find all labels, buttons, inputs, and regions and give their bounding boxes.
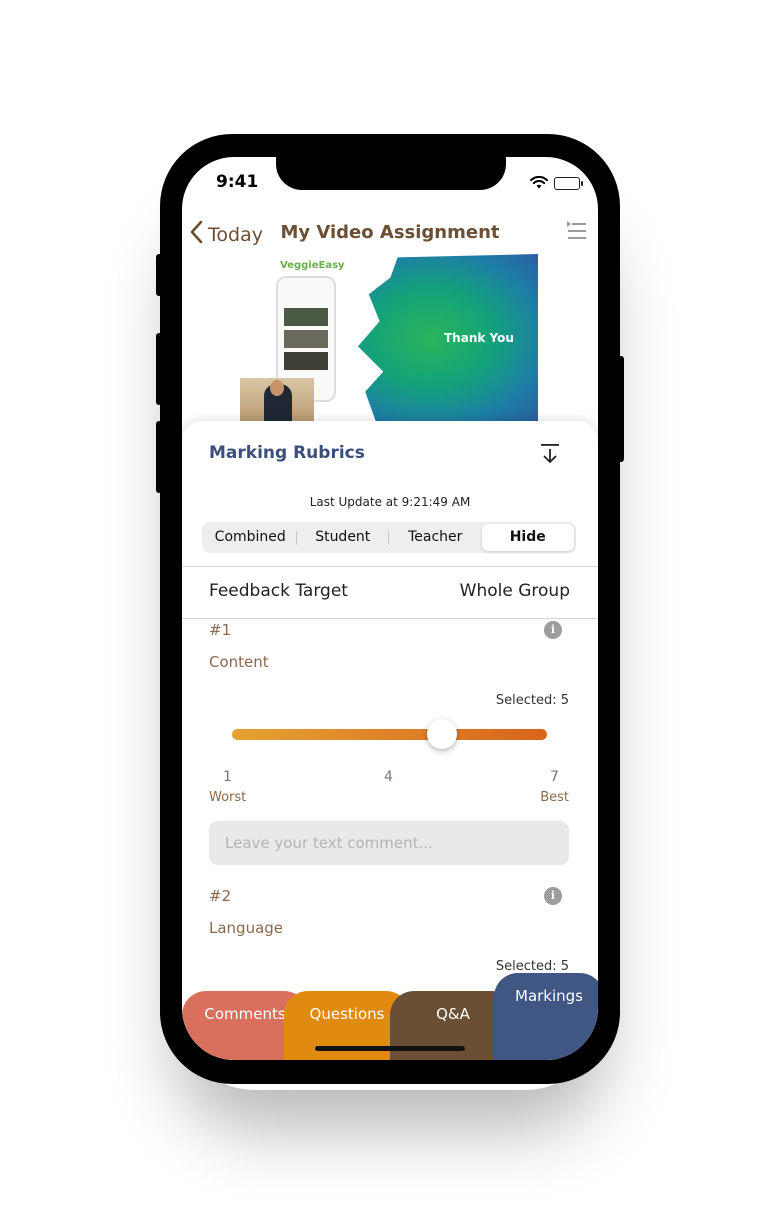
- selected-value-text: Selected: 5: [495, 959, 569, 974]
- segment-hide[interactable]: Hide: [481, 524, 574, 551]
- wifi-icon: [530, 174, 548, 193]
- comment-input[interactable]: [209, 821, 569, 865]
- best-label: Best: [540, 790, 569, 805]
- battery-icon: [554, 177, 583, 190]
- divider: [182, 566, 598, 567]
- tab-label: Comments: [204, 1005, 286, 1023]
- segment-teacher[interactable]: Teacher: [389, 524, 482, 551]
- feedback-target-label: Feedback Target: [209, 581, 348, 601]
- marking-rubrics-sheet: Marking Rubrics Last Update at 9:21:49 A…: [182, 421, 598, 1060]
- tab-markings[interactable]: Markings: [494, 973, 598, 1060]
- notch: [276, 157, 506, 190]
- tab-label: Questions: [309, 1005, 385, 1023]
- info-icon[interactable]: i: [544, 887, 562, 905]
- video-player[interactable]: VeggieEasy Thank You: [240, 254, 538, 422]
- selected-value-text: Selected: 5: [495, 693, 569, 708]
- feedback-target-value[interactable]: Whole Group: [460, 581, 570, 601]
- rubric-item-name: Content: [209, 653, 269, 671]
- tab-label: Markings: [515, 987, 583, 1005]
- slide-brand-text: VeggieEasy: [280, 260, 345, 271]
- last-update-text: Last Update at 9:21:49 AM: [309, 495, 471, 509]
- tab-label: Q&A: [436, 1005, 470, 1023]
- status-icons: [530, 174, 583, 193]
- sheet-title: Marking Rubrics: [209, 443, 365, 463]
- presenter-camera: [240, 378, 314, 422]
- rubric-item-number: #1: [209, 621, 232, 639]
- info-icon[interactable]: i: [544, 621, 562, 639]
- rubric-item-name: Language: [209, 919, 284, 937]
- score-slider-track[interactable]: [232, 729, 547, 740]
- page-title: My Video Assignment: [280, 222, 500, 243]
- slider-min-tick: 1: [223, 769, 232, 785]
- navigation-bar: Today My Video Assignment: [182, 212, 598, 256]
- phone-screen: 9:41 Today My Video Assignment VeggieEas…: [182, 157, 598, 1060]
- slider-max-tick: 7: [550, 769, 559, 785]
- status-time: 9:41: [216, 172, 259, 192]
- home-indicator: [315, 1046, 465, 1051]
- segment-combined[interactable]: Combined: [204, 524, 297, 551]
- view-segmented-control: Combined Student Teacher Hide: [202, 522, 576, 553]
- rubric-item-number: #2: [209, 887, 232, 905]
- worst-label: Worst: [209, 790, 247, 805]
- collapse-down-icon[interactable]: [540, 443, 560, 469]
- score-slider-thumb[interactable]: [427, 719, 457, 749]
- slide-text: Thank You: [444, 331, 514, 345]
- segment-student[interactable]: Student: [297, 524, 390, 551]
- list-menu-icon[interactable]: [566, 220, 586, 246]
- phone-frame: 9:41 Today My Video Assignment VeggieEas…: [160, 134, 620, 1084]
- divider: [182, 618, 598, 619]
- slider-mid-tick: 4: [384, 769, 393, 785]
